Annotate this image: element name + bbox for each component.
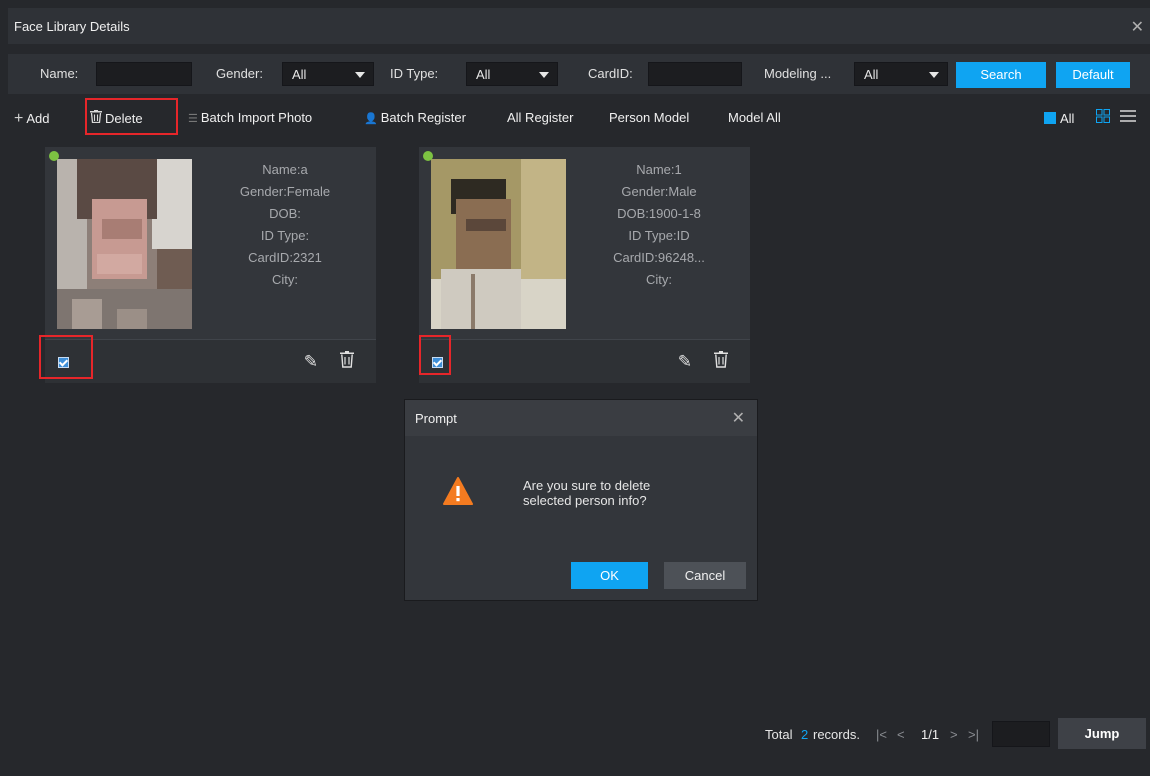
modeling-select-value: All <box>864 67 879 82</box>
title-bar: Face Library Details ✕ <box>8 8 1150 44</box>
batch-import-photo-button[interactable]: ☰ Batch Import Photo <box>188 110 312 125</box>
cancel-button[interactable]: Cancel <box>664 562 746 589</box>
cardid-label: CardID: <box>588 66 633 81</box>
modeling-select[interactable]: All <box>854 62 948 86</box>
person-gender: Gender:Male <box>621 184 697 199</box>
batch-register-label: Batch Register <box>380 110 466 125</box>
all-register-button[interactable]: All Register <box>507 110 573 125</box>
person-gender: Gender:Female <box>239 184 331 199</box>
warning-icon <box>443 477 473 508</box>
user-icon: 👤 <box>364 113 378 125</box>
trash-icon[interactable] <box>714 351 728 371</box>
status-online-icon <box>423 151 433 161</box>
list-view-icon[interactable] <box>1120 109 1136 126</box>
total-count: 2 <box>801 727 809 742</box>
close-icon[interactable]: ✕ <box>1131 17 1144 37</box>
model-all-button[interactable]: Model All <box>728 110 781 125</box>
batch-import-label: Batch Import Photo <box>200 110 313 125</box>
cardid-input[interactable] <box>648 62 742 86</box>
total-prefix: Total <box>765 727 793 742</box>
person-dob: DOB:1900-1-8 <box>617 206 701 221</box>
checkbox-highlight-box <box>39 335 93 379</box>
person-city: City: <box>646 272 672 287</box>
dialog-header: Prompt ✕ <box>405 400 757 436</box>
name-label: Name: <box>40 66 79 81</box>
first-page-icon[interactable]: |< <box>876 727 887 742</box>
page-indicator: 1/1 <box>921 727 940 742</box>
person-model-button[interactable]: Person Model <box>609 110 689 125</box>
window-title: Face Library Details <box>14 19 130 34</box>
person-idtype: ID Type: <box>260 228 310 243</box>
person-cardid: CardID:96248... <box>613 250 705 265</box>
default-button[interactable]: Default <box>1056 62 1130 88</box>
jump-page-input[interactable] <box>992 721 1050 747</box>
person-name: Name:a <box>262 162 308 177</box>
person-info: Name:1 Gender:Male DOB:1900-1-8 ID Type:… <box>569 159 749 291</box>
person-city: City: <box>272 272 298 287</box>
next-page-icon[interactable]: > <box>950 727 958 742</box>
select-all-checkbox[interactable]: All <box>1044 111 1074 126</box>
ok-button[interactable]: OK <box>571 562 648 589</box>
status-online-icon <box>49 151 59 161</box>
person-card[interactable]: Name:a Gender:Female DOB: ID Type: CardI… <box>45 147 376 383</box>
plus-icon: + <box>14 110 24 127</box>
chevron-down-icon <box>929 72 939 78</box>
filter-bar: Name: Gender: All ID Type: All CardID: M… <box>8 54 1150 94</box>
name-input[interactable] <box>96 62 192 86</box>
person-photo <box>431 159 566 329</box>
pencil-icon[interactable]: ✎ <box>678 352 692 372</box>
pencil-icon[interactable]: ✎ <box>304 352 318 372</box>
card-footer: ✎ <box>419 339 750 383</box>
add-label: Add <box>26 111 50 126</box>
face-library-window: Face Library Details ✕ Name: Gender: All… <box>0 0 1150 776</box>
gender-select-value: All <box>292 67 307 82</box>
trash-icon[interactable] <box>340 351 354 371</box>
person-name: Name:1 <box>636 162 682 177</box>
pager: Total 2 records. |< < 1/1 > >| Jump <box>0 718 1150 749</box>
checkbox-highlight-box <box>419 335 451 375</box>
dialog-title: Prompt <box>415 411 457 426</box>
dialog-message-line1: Are you sure to delete <box>523 478 651 493</box>
card-footer: ✎ <box>45 339 376 383</box>
import-icon: ☰ <box>188 113 198 125</box>
gender-label: Gender: <box>216 66 263 81</box>
search-button[interactable]: Search <box>956 62 1046 88</box>
dialog-message: Are you sure to delete selected person i… <box>523 478 723 508</box>
idtype-select[interactable]: All <box>466 62 558 86</box>
toolbar: + Add Delete ☰ Batch Import Photo 👤 Batch R… <box>8 100 1150 136</box>
person-idtype: ID Type:ID <box>628 228 690 243</box>
person-photo <box>57 159 192 329</box>
select-all-label: All <box>1060 111 1075 126</box>
idtype-label: ID Type: <box>390 66 439 81</box>
chevron-down-icon <box>539 72 549 78</box>
prompt-dialog: Prompt ✕ Are you sure to delete selected… <box>404 399 758 601</box>
person-dob: DOB: <box>269 206 301 221</box>
last-page-icon[interactable]: >| <box>968 727 979 742</box>
prev-page-icon[interactable]: < <box>897 727 905 742</box>
person-card[interactable]: Name:1 Gender:Male DOB:1900-1-8 ID Type:… <box>419 147 750 383</box>
person-info: Name:a Gender:Female DOB: ID Type: CardI… <box>195 159 375 291</box>
jump-button[interactable]: Jump <box>1058 718 1146 749</box>
gender-select[interactable]: All <box>282 62 374 86</box>
dialog-message-line2: selected person info? <box>523 493 647 508</box>
add-button[interactable]: + Add <box>14 110 49 128</box>
chevron-down-icon <box>355 72 365 78</box>
idtype-select-value: All <box>476 67 491 82</box>
delete-highlight-box <box>85 98 178 135</box>
modeling-label: Modeling ... <box>764 66 832 81</box>
close-icon[interactable]: ✕ <box>732 408 745 428</box>
grid-view-icon[interactable] <box>1096 109 1110 126</box>
batch-register-button[interactable]: 👤 Batch Register <box>364 110 466 125</box>
total-suffix: records. <box>813 727 860 742</box>
person-cardid: CardID:2321 <box>248 250 322 265</box>
checkbox-icon <box>1044 112 1056 124</box>
